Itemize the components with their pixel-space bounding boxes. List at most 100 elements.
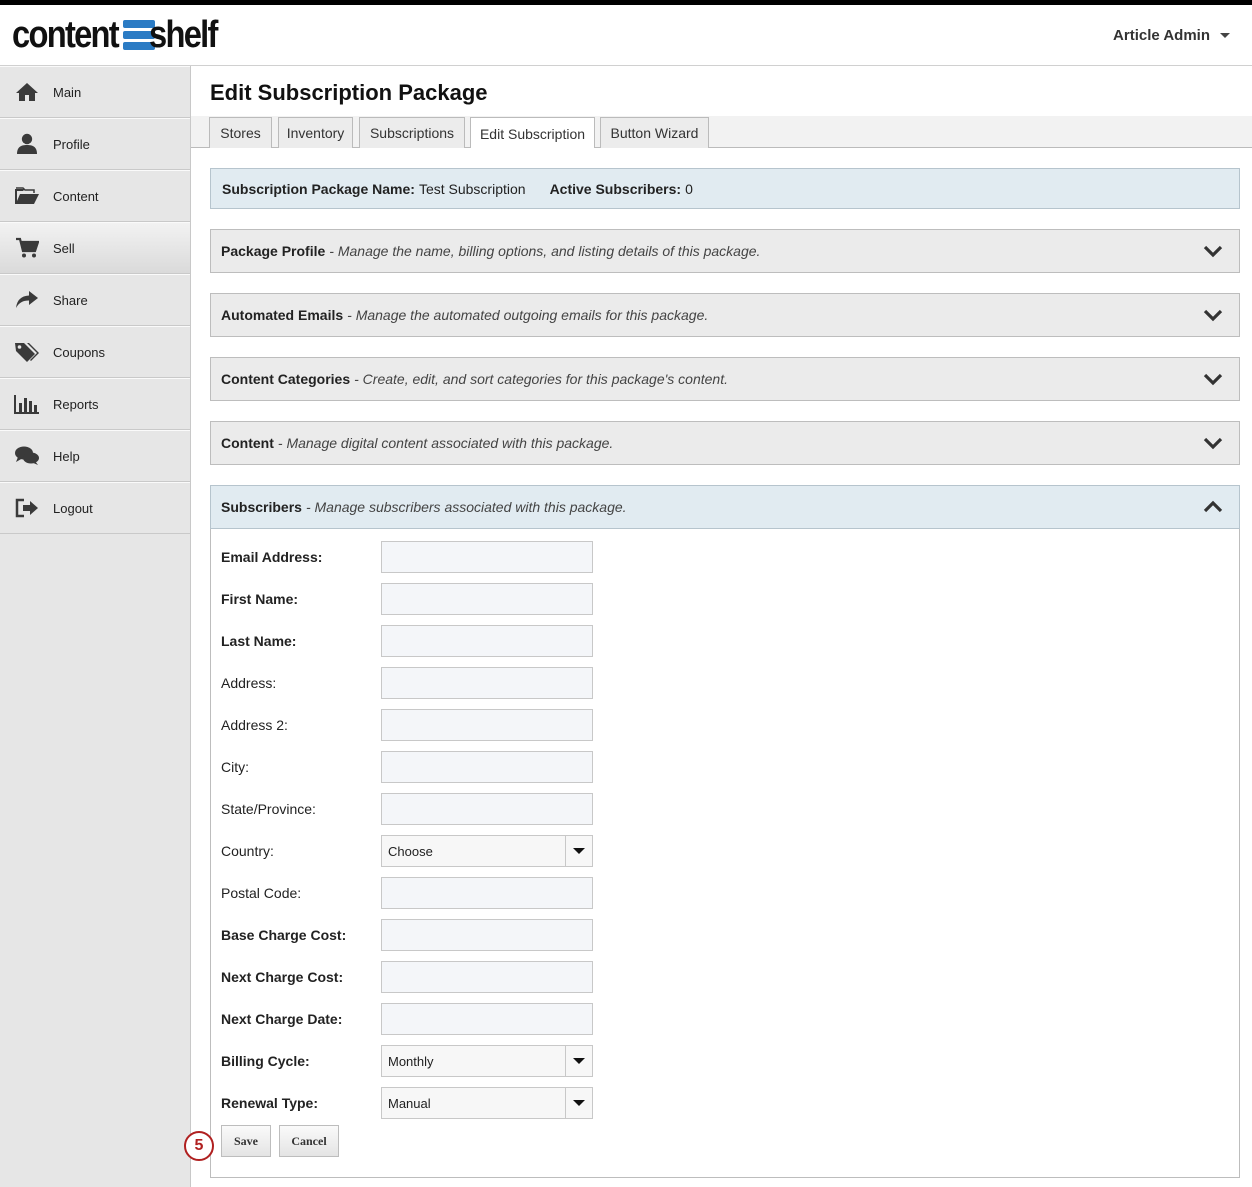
chevron-down-icon [1203, 373, 1223, 386]
dropdown-arrow-icon[interactable] [565, 1046, 592, 1076]
package-name-label: Subscription Package Name: [222, 180, 415, 197]
app-header: content shelf Article Admin [0, 5, 1252, 66]
dropdown-arrow-icon[interactable] [565, 836, 592, 866]
city-row: City: [221, 751, 593, 783]
chevron-up-icon [1203, 500, 1223, 513]
renewal-type-label: Renewal Type: [221, 1095, 318, 1111]
sidebar-item-logout[interactable]: Logout [0, 482, 190, 534]
panel-title: Content [221, 435, 274, 451]
address-label: Address: [221, 675, 277, 691]
last-name-field[interactable] [381, 625, 593, 657]
first-name-row: First Name: [221, 583, 593, 615]
base-charge-label: Base Charge Cost: [221, 927, 347, 943]
base-charge-field[interactable] [381, 919, 593, 951]
next-charge-date-field[interactable] [381, 1003, 593, 1035]
sidebar-item-label: Main [53, 84, 82, 100]
state-row: State/Province: [221, 793, 593, 825]
email-field[interactable] [381, 541, 593, 573]
postal-label: Postal Code: [221, 885, 302, 901]
user-menu-label: Article Admin [1113, 27, 1210, 44]
city-field[interactable] [381, 751, 593, 783]
country-select[interactable]: Choose [381, 835, 593, 867]
panel-content-categories[interactable]: Content Categories - Create, edit, and s… [210, 357, 1240, 401]
sidebar-item-content[interactable]: Content [0, 170, 190, 222]
chevron-down-icon [1203, 309, 1223, 322]
address2-row: Address 2: [221, 709, 593, 741]
chevron-down-icon [1203, 437, 1223, 450]
panel-description: - Manage the automated outgoing emails f… [347, 307, 709, 323]
address2-field[interactable] [381, 709, 593, 741]
state-field[interactable] [381, 793, 593, 825]
sidebar-item-sell[interactable]: Sell [0, 222, 190, 274]
tab-button-wizard[interactable]: Button Wizard [600, 117, 709, 148]
last-name-label: Last Name: [221, 633, 297, 649]
next-charge-cost-label: Next Charge Cost: [221, 969, 344, 985]
panel-package-profile[interactable]: Package Profile - Manage the name, billi… [210, 229, 1240, 273]
chat-icon [14, 445, 40, 467]
renewal-type-select[interactable]: Manual [381, 1087, 593, 1119]
user-menu[interactable]: Article Admin [1113, 27, 1230, 44]
sidebar-item-label: Help [53, 448, 80, 464]
sidebar-item-coupons[interactable]: Coupons [0, 326, 190, 378]
billing-cycle-row: Billing Cycle: Monthly [221, 1045, 593, 1077]
sidebar-item-label: Coupons [53, 344, 106, 360]
main-content: Edit Subscription Package Stores Invento… [184, 66, 1252, 1187]
user-icon [14, 133, 40, 155]
sidebar-item-reports[interactable]: Reports [0, 378, 190, 430]
contentshelf-logo[interactable]: content shelf [12, 15, 228, 55]
panel-subscribers[interactable]: Subscribers - Manage subscribers associa… [210, 485, 1240, 529]
logo-text-right: shelf [149, 14, 218, 56]
package-name-value: Test Subscription [418, 180, 526, 197]
postal-code-field[interactable] [381, 877, 593, 909]
sidebar-item-main[interactable]: Main [0, 66, 190, 118]
country-row: Country: Choose [221, 835, 593, 867]
chevron-down-icon [1203, 245, 1223, 258]
sidebar-item-profile[interactable]: Profile [0, 118, 190, 170]
state-label: State/Province: [221, 801, 316, 817]
tab-inventory[interactable]: Inventory [278, 117, 353, 148]
cancel-button[interactable]: Cancel [279, 1125, 339, 1157]
tab-edit-subscription[interactable]: Edit Subscription [470, 117, 595, 149]
panel-description: - Manage subscribers associated with thi… [305, 499, 627, 515]
address-row: Address: [221, 667, 593, 699]
home-icon [14, 81, 40, 103]
panel-title: Subscribers [221, 499, 302, 515]
dropdown-arrow-icon[interactable] [565, 1088, 592, 1118]
sidebar-item-share[interactable]: Share [0, 274, 190, 326]
panel-automated-emails[interactable]: Automated Emails - Manage the automated … [210, 293, 1240, 337]
active-subscribers-value: 0 [685, 180, 693, 197]
sidebar-item-label: Sell [53, 240, 75, 256]
sidebar-item-label: Share [53, 292, 88, 308]
panel-content[interactable]: Content - Manage digital content associa… [210, 421, 1240, 465]
postal-row: Postal Code: [221, 877, 593, 909]
next-charge-cost-field[interactable] [381, 961, 593, 993]
next-charge-date-row: Next Charge Date: [221, 1003, 593, 1035]
tab-subscriptions[interactable]: Subscriptions [359, 117, 465, 148]
first-name-field[interactable] [381, 583, 593, 615]
active-subscribers-label: Active Subscribers: [549, 180, 682, 197]
email-row: Email Address: [221, 541, 593, 573]
city-label: City: [221, 759, 249, 775]
logo-text-left: content [12, 14, 120, 56]
bar-chart-icon [14, 393, 40, 415]
sidebar-nav: Main Profile Content Sell Share Coupons [0, 66, 191, 1187]
first-name-label: First Name: [221, 591, 299, 607]
billing-cycle-selected-value: Monthly [388, 1053, 434, 1069]
cart-icon [14, 237, 40, 259]
panel-description: - Create, edit, and sort categories for … [354, 371, 728, 387]
save-button[interactable]: Save [221, 1125, 271, 1157]
tab-stores[interactable]: Stores [209, 117, 272, 148]
step-number-badge: 5 [184, 1131, 214, 1161]
package-info-bar: Subscription Package Name: Test Subscrip… [210, 168, 1240, 209]
tab-content: Subscription Package Name: Test Subscrip… [184, 148, 1252, 1187]
caret-down-icon [1220, 33, 1230, 38]
country-label: Country: [221, 843, 274, 859]
page-title: Edit Subscription Package [210, 80, 488, 105]
folder-icon [14, 185, 40, 207]
sidebar-item-label: Reports [53, 396, 99, 412]
billing-cycle-label: Billing Cycle: [221, 1053, 310, 1069]
sidebar-item-help[interactable]: Help [0, 430, 190, 482]
address-field[interactable] [381, 667, 593, 699]
email-label: Email Address: [221, 549, 323, 565]
billing-cycle-select[interactable]: Monthly [381, 1045, 593, 1077]
